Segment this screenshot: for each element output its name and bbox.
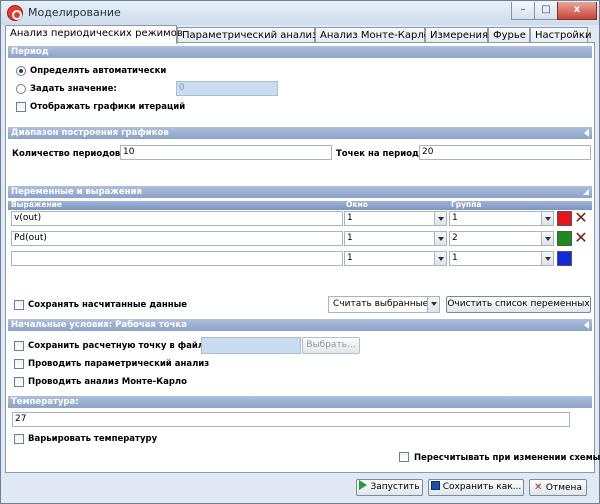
chevron-down-icon[interactable] xyxy=(434,212,446,225)
maximize-button[interactable]: □ xyxy=(534,2,558,20)
auto-period-label: Определять автоматически xyxy=(30,66,167,76)
temperature-field[interactable]: 27 xyxy=(12,412,570,427)
save-point-label: Сохранить расчетную точку в файл xyxy=(28,341,205,351)
expression-field[interactable] xyxy=(11,251,343,266)
browse-button[interactable]: Выбрать... xyxy=(302,337,360,354)
period-section-header[interactable]: Период xyxy=(8,46,592,58)
group-select-value: 2 xyxy=(452,233,458,243)
run-button-label: Запустить xyxy=(370,482,420,492)
plot-range-header-label: Диапазон построения графиков xyxy=(11,128,169,138)
period-value-field[interactable]: 0 xyxy=(176,81,278,96)
parametric-analysis-label: Проводить параметрический анализ xyxy=(28,359,210,369)
tab-monte-carlo[interactable]: Анализ Монте-Карло xyxy=(315,27,430,43)
chevron-down-icon[interactable] xyxy=(434,232,446,245)
window-select-value: 1 xyxy=(347,213,353,223)
temperature-header-label: Температура: xyxy=(11,397,79,407)
window-title: Моделирование xyxy=(28,6,121,19)
show-iterations-checkbox[interactable] xyxy=(16,102,26,112)
points-per-period-field[interactable]: 20 xyxy=(419,145,591,160)
set-value-radio[interactable] xyxy=(16,84,26,94)
clear-variables-button[interactable]: Очистить список переменных xyxy=(446,296,591,313)
color-swatch-blue[interactable] xyxy=(557,251,572,266)
save-data-checkbox[interactable] xyxy=(14,300,24,310)
color-swatch-green[interactable] xyxy=(557,231,572,246)
cancel-button-label: Отмена xyxy=(545,483,582,493)
parametric-analysis-checkbox[interactable] xyxy=(14,359,24,369)
tab-measurements[interactable]: Измерения xyxy=(425,27,488,43)
periods-count-label: Количество периодов: xyxy=(12,149,124,159)
window-select-value: 1 xyxy=(347,233,353,243)
play-icon xyxy=(359,480,368,490)
simulation-window: Моделирование – □ x Анализ периодических… xyxy=(0,0,600,504)
chevron-down-icon[interactable] xyxy=(541,232,553,245)
column-group: Группа xyxy=(451,200,482,209)
tab-fourier[interactable]: Фурье xyxy=(488,27,530,43)
group-select[interactable]: 1 xyxy=(449,251,554,266)
count-mode-value: Считать выбранные xyxy=(333,299,429,309)
variables-section-header[interactable]: Переменные и выражения xyxy=(8,186,592,198)
group-select-value: 1 xyxy=(452,253,458,263)
tab-parametric-analysis[interactable]: Параметрический анализ xyxy=(177,27,317,43)
points-per-period-label: Точек на период: xyxy=(336,149,423,159)
window-select-value: 1 xyxy=(347,253,353,263)
delete-row-icon[interactable]: ✕ xyxy=(574,230,588,246)
save-as-button-label: Сохранить как... xyxy=(442,482,522,492)
save-data-label: Сохранять насчитанные данные xyxy=(28,300,188,310)
title-bar[interactable]: Моделирование – □ x xyxy=(1,1,599,25)
tab-settings[interactable]: Настройки xyxy=(530,27,591,43)
save-point-path-field[interactable] xyxy=(201,337,301,354)
save-as-button[interactable]: Сохранить как... xyxy=(428,479,524,496)
initial-conditions-section-header[interactable]: Начальные условия: Рабочая точка xyxy=(8,319,592,331)
monte-carlo-checkbox[interactable] xyxy=(14,377,24,387)
auto-period-radio[interactable] xyxy=(16,66,26,76)
save-point-checkbox[interactable] xyxy=(14,341,24,351)
resize-corner-icon[interactable] xyxy=(583,189,589,195)
color-swatch-red[interactable] xyxy=(557,211,572,226)
column-expression: Выражение xyxy=(11,200,63,209)
cancel-button[interactable]: ✕ Отмена xyxy=(529,479,587,496)
save-icon xyxy=(430,481,440,490)
show-iterations-label: Отображать графики итераций xyxy=(30,102,186,112)
close-button[interactable]: x xyxy=(557,2,597,20)
tab-periodic-analysis[interactable]: Анализ периодических режимов xyxy=(5,25,183,44)
chevron-down-icon[interactable] xyxy=(541,212,553,225)
chevron-down-icon[interactable] xyxy=(427,297,439,312)
group-select-value: 1 xyxy=(452,213,458,223)
collapse-arrow-icon[interactable] xyxy=(584,129,589,137)
expression-field[interactable]: v(out) xyxy=(11,211,343,226)
chevron-down-icon[interactable] xyxy=(541,252,553,265)
plot-range-section-header[interactable]: Диапазон построения графиков xyxy=(8,127,592,139)
vary-temperature-label: Варьировать температуру xyxy=(28,434,158,444)
minimize-button[interactable]: – xyxy=(511,2,535,20)
monte-carlo-label: Проводить анализ Монте-Карло xyxy=(28,377,187,387)
recalc-on-change-label: Пересчитывать при изменении схемы xyxy=(414,453,600,463)
app-logo-icon xyxy=(7,5,23,21)
variables-grid-header: Выражение Окно Группа xyxy=(8,200,592,210)
recalc-on-change-checkbox[interactable] xyxy=(399,452,409,462)
vary-temperature-checkbox[interactable] xyxy=(14,434,24,444)
column-window: Окно xyxy=(346,200,368,209)
chevron-down-icon[interactable] xyxy=(434,252,446,265)
initial-conditions-header-label: Начальные условия: Рабочая точка xyxy=(11,320,187,330)
group-select[interactable]: 2 xyxy=(449,231,554,246)
periodic-analysis-panel: Период Определять автоматически Задать з… xyxy=(5,42,600,473)
collapse-arrow-icon[interactable] xyxy=(584,321,589,329)
count-mode-select[interactable]: Считать выбранные xyxy=(328,296,440,313)
cancel-icon: ✕ xyxy=(534,482,546,493)
set-value-label: Задать значение: xyxy=(30,84,117,94)
window-select[interactable]: 1 xyxy=(344,231,447,246)
delete-row-icon[interactable]: ✕ xyxy=(574,210,588,226)
window-select[interactable]: 1 xyxy=(344,251,447,266)
expression-field[interactable]: Pd(out) xyxy=(11,231,343,246)
window-select[interactable]: 1 xyxy=(344,211,447,226)
periods-count-field[interactable]: 10 xyxy=(120,145,332,160)
temperature-section-header[interactable]: Температура: xyxy=(8,396,592,408)
variables-header-label: Переменные и выражения xyxy=(11,187,142,197)
group-select[interactable]: 1 xyxy=(449,211,554,226)
period-header-label: Период xyxy=(11,47,49,57)
run-button[interactable]: Запустить xyxy=(356,479,423,496)
